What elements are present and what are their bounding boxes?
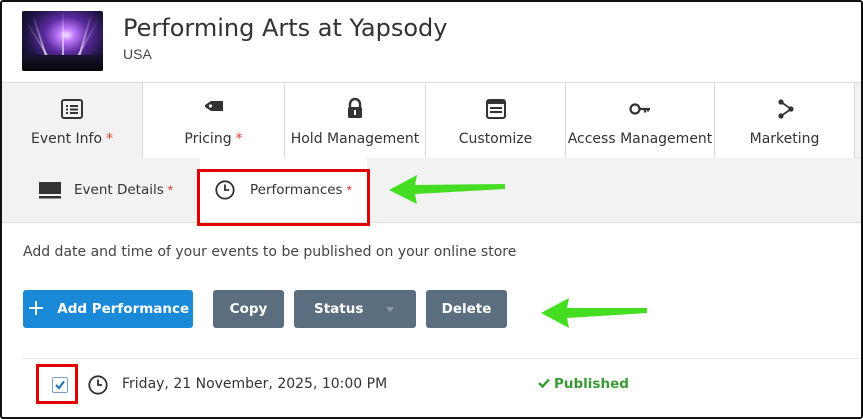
green-arrow-icon (389, 175, 505, 204)
tab-access-management-label: Access Management (567, 131, 713, 147)
tag-icon (204, 101, 223, 111)
tab-customize[interactable]: Customize (426, 83, 566, 158)
list-icon (61, 99, 83, 119)
tab-access-management[interactable]: Access Management (566, 83, 715, 158)
required-marker: * (235, 131, 243, 147)
subtab-performances[interactable]: Performances * (200, 158, 367, 222)
checkmark-icon (55, 380, 65, 390)
monitor-icon (39, 182, 61, 199)
required-marker: * (106, 131, 114, 147)
delete-button[interactable]: Delete (426, 290, 507, 328)
share-icon (777, 99, 794, 119)
plus-icon: + (26, 295, 46, 321)
main-tab-bar: Event Info * Pricing * Hold Management C… (2, 82, 861, 158)
green-arrow-icon (541, 298, 647, 328)
add-performance-label: Add Performance (57, 301, 190, 317)
event-location: USA (123, 46, 152, 62)
status-dropdown[interactable]: Status (294, 290, 416, 328)
caret-down-icon (386, 307, 394, 312)
subtab-event-details[interactable]: Event Details * (38, 158, 173, 222)
tab-pricing-label: Pricing (184, 131, 232, 147)
subtab-event-details-label: Event Details (74, 182, 164, 198)
lock-icon (348, 97, 362, 118)
required-marker: * (346, 182, 352, 198)
clock-icon (215, 180, 235, 200)
tab-marketing-label: Marketing (749, 131, 820, 147)
performance-status-label: Published (554, 376, 629, 392)
tab-event-info[interactable]: Event Info * (2, 83, 143, 158)
required-marker: * (167, 182, 174, 198)
tab-hold-management[interactable]: Hold Management (285, 83, 426, 158)
tab-hold-management-label: Hold Management (290, 131, 420, 147)
delete-button-label: Delete (441, 301, 492, 317)
key-icon (629, 103, 650, 115)
add-performance-button[interactable]: + Add Performance (23, 290, 193, 328)
status-dropdown-label: Status (314, 301, 364, 317)
performance-datetime[interactable]: Friday, 21 November, 2025, 10:00 PM (122, 376, 387, 392)
performance-status: Published (538, 376, 629, 392)
subtab-performances-label: Performances (250, 182, 343, 198)
event-thumbnail (22, 11, 103, 71)
copy-button-label: Copy (229, 301, 268, 317)
event-title: Performing Arts at Yapsody (123, 14, 448, 42)
tab-customize-label: Customize (458, 131, 533, 147)
performances-description: Add date and time of your events to be p… (23, 244, 517, 260)
tab-event-info-label: Event Info (30, 131, 103, 147)
clock-icon (88, 375, 108, 395)
layout-icon (485, 99, 506, 119)
tab-pricing[interactable]: Pricing * (143, 83, 285, 158)
app-frame: Performing Arts at Yapsody USA Event Inf… (0, 0, 863, 419)
check-icon (538, 378, 550, 389)
copy-button[interactable]: Copy (213, 290, 284, 328)
tab-marketing[interactable]: Marketing (715, 83, 855, 158)
performance-checkbox[interactable] (52, 377, 68, 393)
event-header: Performing Arts at Yapsody USA (2, 2, 861, 82)
